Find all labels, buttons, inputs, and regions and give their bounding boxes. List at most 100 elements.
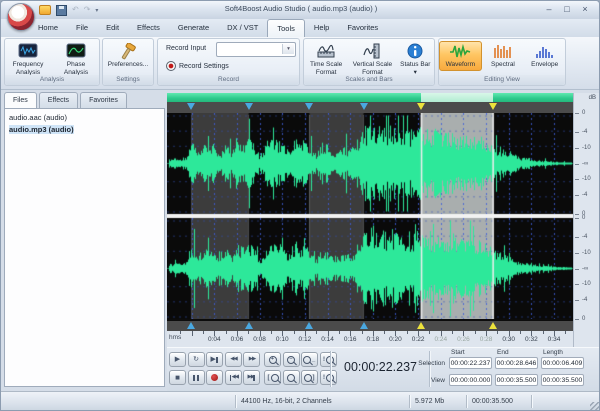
app-window: Soft4Boost Audio Studio ( audio.mp3 (aud… (0, 0, 600, 411)
zoom-out-button[interactable]: − (283, 352, 300, 367)
loop-playback-button[interactable]: ↻ (188, 352, 205, 367)
spectral-icon (485, 43, 522, 60)
redo-icon[interactable]: ↷ (84, 5, 91, 15)
envelope-view-button[interactable]: Envelope (524, 41, 565, 71)
ruler-tick (180, 331, 181, 334)
waveform-icon (440, 43, 481, 60)
db-tick (575, 237, 579, 238)
hammer-icon (106, 43, 150, 60)
marker-handle-bottom[interactable] (245, 322, 253, 329)
selection-handle-top[interactable] (489, 103, 497, 110)
ribbon-group-record: Record Input ▾ Record Settings Record (157, 38, 300, 86)
ruler-tick (407, 331, 408, 334)
time-ruler[interactable]: hms 0:040:060:080:100:120:140:160:180:20… (167, 331, 573, 348)
menu-tab-generate[interactable]: Generate (169, 19, 218, 37)
file-list[interactable]: audio.aac (audio)audio.mp3 (audio) (4, 108, 165, 387)
ribbon-group-editing-view: Waveform Spectral Envelope Editing View (438, 38, 566, 86)
waveform-view-button[interactable]: Waveform (439, 41, 482, 71)
ruler-tick (497, 331, 498, 334)
marker-handle-top[interactable] (360, 103, 368, 110)
fast-forward-button[interactable]: ▶▶ (243, 352, 260, 367)
combo-dropdown-icon[interactable]: ▾ (282, 44, 294, 54)
record-input-combobox[interactable]: ▾ (216, 42, 296, 57)
status-divider (409, 395, 410, 408)
ruler-tick (384, 331, 385, 334)
view-end-field[interactable]: 00:00:35.500 (495, 374, 538, 386)
record-input-label: Record Input (166, 45, 206, 52)
panel-tab-effects[interactable]: Effects (39, 92, 78, 109)
app-logo[interactable] (7, 3, 35, 31)
zoom-selection-button[interactable]: [ (264, 370, 281, 385)
preferences-button[interactable]: Preferences... (105, 41, 151, 71)
marker-handle-top[interactable] (245, 103, 253, 110)
rewind-button[interactable]: ◀◀ (225, 352, 242, 367)
selection-view-panel: StartEndLengthSelection00:00:22.23700:00… (401, 347, 600, 391)
maximize-button[interactable]: □ (559, 3, 575, 16)
selection-header-start: Start (451, 349, 465, 357)
zoom-vertical-out-button[interactable] (283, 370, 300, 385)
ruler-tick (339, 331, 340, 334)
menu-tab-home[interactable]: Home (29, 19, 67, 37)
undo-icon[interactable]: ↶ (72, 5, 79, 15)
status-bar-button[interactable]: Status Bar▾ (397, 41, 434, 79)
zoom-in-button[interactable]: + (264, 352, 281, 367)
marker-handle-bottom[interactable] (305, 322, 313, 329)
panel-tab-files[interactable]: Files (4, 92, 37, 109)
selection-handle-top[interactable] (417, 103, 425, 110)
feedback-icon[interactable] (39, 5, 51, 15)
menu-tab-edit[interactable]: Edit (97, 19, 128, 37)
play-button[interactable]: ▶ (169, 352, 186, 367)
ruler-tick (543, 331, 544, 334)
selection-handle-bottom[interactable] (489, 322, 497, 329)
selection-handle-bottom[interactable] (417, 322, 425, 329)
play-to-end-button[interactable]: ▶ (206, 352, 223, 367)
menu-tab-tools[interactable]: Tools (267, 19, 305, 37)
stop-button[interactable]: ■ (169, 370, 186, 385)
menu-tab-dx-vst[interactable]: DX / VST (218, 19, 267, 37)
marker-handle-bottom[interactable] (187, 322, 195, 329)
ruler-unit-label: hms (169, 334, 181, 341)
marker-handle-top[interactable] (187, 103, 195, 110)
qat-dropdown-icon[interactable]: ▾ (95, 7, 98, 14)
frequency-analysis-button[interactable]: Frequency Analysis (5, 41, 51, 79)
magnifier-icon (304, 374, 312, 382)
go-to-end-button[interactable]: ▶▶ (243, 370, 260, 385)
view-length-field[interactable]: 00:00:35.500 (541, 374, 584, 386)
panel-tab-favorites[interactable]: Favorites (80, 92, 127, 109)
close-button[interactable]: × (577, 3, 593, 16)
zoom-fit-width-button[interactable]: _ (301, 352, 318, 367)
menu-tab-favorites[interactable]: Favorites (338, 19, 387, 37)
menu-tab-file[interactable]: File (67, 19, 97, 37)
ruler-tick (452, 331, 453, 334)
file-list-item[interactable]: audio.mp3 (audio) (5, 123, 164, 135)
selection-start-field[interactable]: 00:00:22.237 (449, 357, 492, 369)
menu-tab-effects[interactable]: Effects (128, 19, 169, 37)
ruler-tick (520, 331, 521, 334)
view-start-field[interactable]: 00:00:00.000 (449, 374, 492, 386)
menu-tab-help[interactable]: Help (305, 19, 338, 37)
phase-analysis-button[interactable]: Phase Analysis (53, 41, 99, 79)
selection-length-field[interactable]: 00:00:06.409 (541, 357, 584, 369)
ribbon-group-settings: Preferences... Settings (102, 38, 154, 86)
record-settings-button[interactable]: Record Settings (166, 61, 229, 71)
ruler-label: 0:34 (539, 336, 569, 343)
pause-button[interactable] (188, 370, 205, 385)
waveform-display[interactable] (167, 113, 573, 319)
zoom-fit-height-button[interactable]: ] (301, 370, 318, 385)
selection-header-end: End (497, 349, 509, 357)
selection-end-field[interactable]: 00:00:28.646 (495, 357, 538, 369)
position-bar[interactable] (167, 93, 573, 102)
group-label-scales-bars: Scales and Bars (304, 75, 434, 85)
save-icon[interactable] (56, 5, 67, 16)
spectral-view-button[interactable]: Spectral (484, 41, 523, 71)
resize-grip[interactable] (590, 402, 599, 411)
minimize-button[interactable]: – (541, 3, 557, 16)
marker-handle-bottom[interactable] (360, 322, 368, 329)
phase-analysis-icon (54, 43, 98, 60)
record-button[interactable] (206, 370, 223, 385)
marker-handle-top[interactable] (305, 103, 313, 110)
db-tick (575, 269, 579, 270)
go-to-start-button[interactable]: ◀◀ (225, 370, 242, 385)
db-tick (575, 319, 579, 320)
file-list-item[interactable]: audio.aac (audio) (5, 111, 164, 123)
